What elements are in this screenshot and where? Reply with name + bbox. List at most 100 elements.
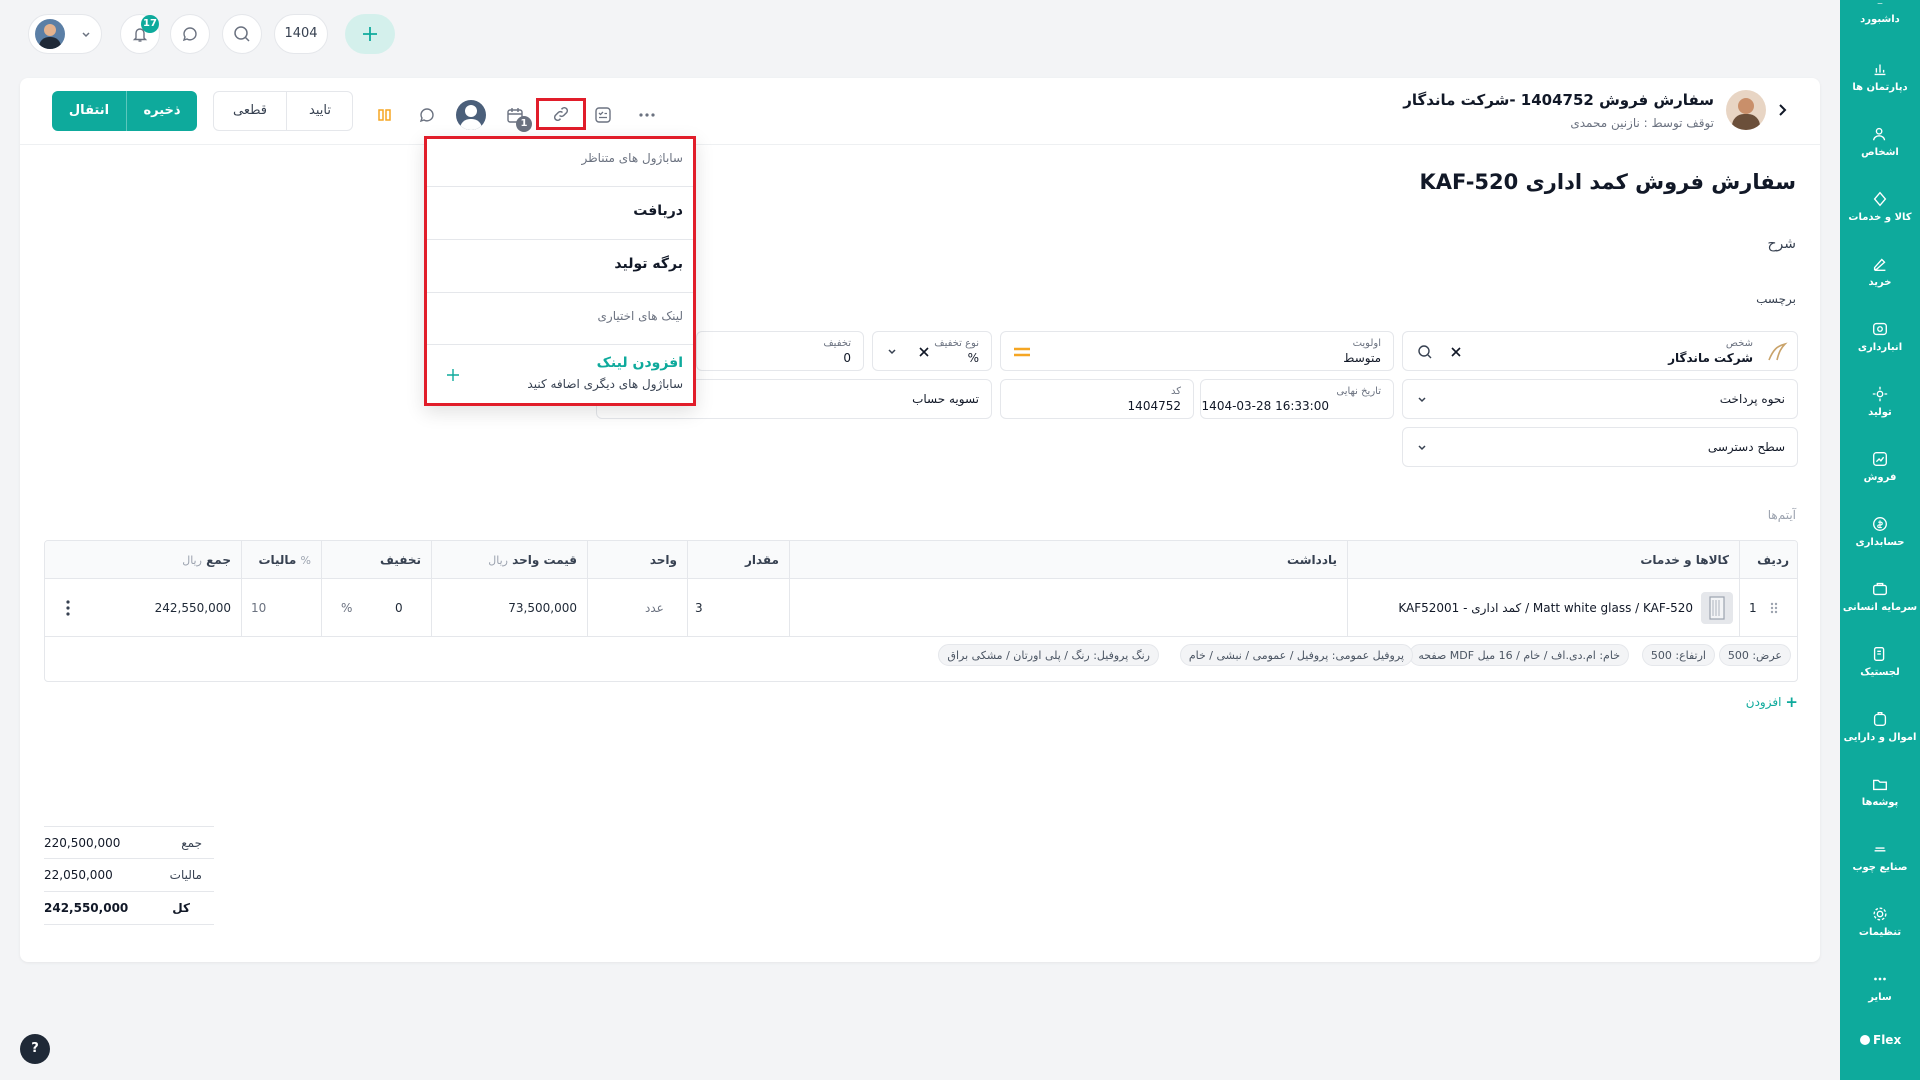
row-discount[interactable]: 0 [395,601,403,615]
chevron-down-icon [1418,397,1426,403]
comments-button[interactable] [412,100,442,130]
drag-handle-icon[interactable] [1769,601,1779,615]
dropdown-item-receive[interactable]: دریافت [427,187,693,239]
totals-grand-value: 242,550,000 [44,901,129,915]
discount-type-field[interactable]: نوع تخفیف % [872,331,992,371]
sidebar-item-goods[interactable]: کالا و خدمات [1840,190,1920,223]
code-label: کد [1170,386,1181,397]
sidebar-item-label: اشخاص [1861,147,1899,158]
back-chevron-icon[interactable] [1774,102,1790,118]
chat-button[interactable] [170,14,210,54]
plus-icon: + [1785,693,1798,711]
discount-field[interactable]: تخفیف 0 [696,331,864,371]
access-level-select[interactable]: سطح دسترسی [1402,427,1798,467]
dropdown-add-link[interactable]: افزودن لینک ساباژول های دیگری اضافه کنید [427,347,693,403]
col-tax: مالیات % [258,553,311,567]
person-field[interactable]: شخص شرکت ماندگار [1402,331,1798,371]
folder-icon [1873,779,1887,791]
final-button[interactable]: قطعی [214,92,286,130]
add-item-button[interactable]: + افزودن [1746,693,1798,711]
sidebar-item-logistics[interactable]: لجستیک [1840,645,1920,678]
warehouse-icon [1873,322,1887,336]
save-button[interactable]: ذخیره [127,91,197,131]
attribute-chip: عرض: 500 [1718,644,1791,666]
page-header-subtitle: توقف توسط : نازنین محمدی [1570,116,1714,130]
hr-icon [1873,582,1887,596]
confirm-button[interactable]: تایید [287,92,353,130]
sidebar-item-settings[interactable]: تنظیمات [1840,905,1920,938]
sidebar-item-departments[interactable]: دپارتمان ها [1840,60,1920,93]
final-date-field[interactable]: تاریخ نهایی 1404-03-28 16:33:00 [1200,379,1394,419]
sidebar-item-label: خرید [1868,277,1892,288]
more-horizontal-icon [639,113,655,117]
row-discount-unit: % [341,601,353,615]
table-row[interactable]: 1 KAF52001 - کمد اداری / Matt white glas… [45,579,1797,637]
chat-icon [182,27,197,42]
attribute-chip: پروفیل عمومی: پروفیل / عمومی / نبشی / خا… [1179,644,1413,666]
priority-medium-icon [1014,347,1030,357]
sidebar-item-hr[interactable]: سرمایه انسانی [1840,580,1920,613]
code-field[interactable]: کد 1404752 [1000,379,1194,419]
discount-type-value: % [967,351,979,365]
table-header: ردیف کالاها و خدمات یادداشت مقدار واحد ق… [45,541,1797,579]
col-qty: مقدار [744,553,779,567]
totals-grand-label: کل [172,901,190,915]
row-unit-price[interactable]: 73,500,000 [441,601,577,615]
more-actions-button[interactable] [632,100,662,130]
settlement-value: تسویه حساب [912,392,979,406]
main-sidebar: داشبورد دپارتمان ها اشخاص کالا و خدمات خ… [1840,0,1920,1080]
sidebar-item-wood[interactable]: صنایع چوب [1840,840,1920,873]
row-menu-icon[interactable] [65,599,71,617]
sidebar-item-label: لجستیک [1860,667,1900,678]
sidebar-item-assets[interactable]: اموال و دارایی [1840,710,1920,743]
sidebar-item-sales[interactable]: فروش [1840,450,1920,483]
sidebar-item-label: سرمایه انسانی [1842,602,1918,613]
notifications-button[interactable]: 17 [120,14,160,54]
box-icon [1873,191,1887,207]
description-label[interactable]: شرح [1768,236,1797,252]
add-button[interactable] [345,14,395,54]
clear-icon[interactable] [1450,346,1462,358]
row-qty[interactable]: 3 [695,601,703,615]
items-section-label: آیتم‌ها [1767,508,1796,522]
user-menu[interactable] [28,14,102,54]
discount-type-label: نوع تخفیف [934,338,979,349]
priority-field[interactable]: اولویت متوسط [1000,331,1394,371]
dropdown-item-production[interactable]: برگه تولید [427,240,693,292]
sidebar-item-more[interactable]: سایر [1840,970,1920,1003]
sidebar-item-people[interactable]: اشخاص [1840,125,1920,158]
kanban-button[interactable] [370,100,400,130]
clear-icon[interactable] [919,347,929,357]
sidebar-item-dashboard[interactable]: داشبورد [1840,2,1920,25]
row-goods[interactable]: KAF52001 - کمد اداری / Matt white glass … [1355,601,1693,615]
chevron-down-icon [888,349,896,355]
sidebar-item-folders[interactable]: پوشه‌ها [1840,775,1920,808]
tag-label[interactable]: برچسب [1756,292,1796,306]
sidebar-item-production[interactable]: تولید [1840,385,1920,418]
transfer-button[interactable]: انتقال [52,91,126,131]
payment-method-select[interactable]: نحوه پرداخت [1402,379,1798,419]
assets-icon [1873,712,1887,726]
search-button[interactable] [222,14,262,54]
chevron-down-icon [82,32,90,38]
brand-text: Flex [1873,1033,1902,1047]
checklist-button[interactable] [588,100,618,130]
dropdown-item-label: برگه تولید [614,256,683,272]
add-link-title: افزودن لینک [596,355,683,371]
row-tax[interactable]: 10 [251,601,266,615]
links-button[interactable] [536,98,586,130]
sidebar-item-purchase[interactable]: خرید [1840,255,1920,288]
page-title: سفارش فروش کمد اداری KAF-520 [1419,170,1796,194]
person-label: شخص [1725,338,1753,349]
priority-value: متوسط [1343,351,1381,365]
sidebar-item-warehouse[interactable]: انبارداری [1840,320,1920,353]
brand-icon [1860,1035,1870,1045]
sidebar-item-accounting[interactable]: حسابداری [1840,515,1920,548]
assignee-avatar[interactable] [456,100,486,130]
row-unit[interactable]: عدد [645,601,664,615]
search-icon[interactable] [1417,344,1433,360]
calendar-button[interactable]: 1 [500,100,532,132]
row-sum: 242,550,000 [154,601,231,615]
year-selector[interactable]: 1404 [274,14,328,54]
help-button[interactable]: ? [20,1034,50,1064]
